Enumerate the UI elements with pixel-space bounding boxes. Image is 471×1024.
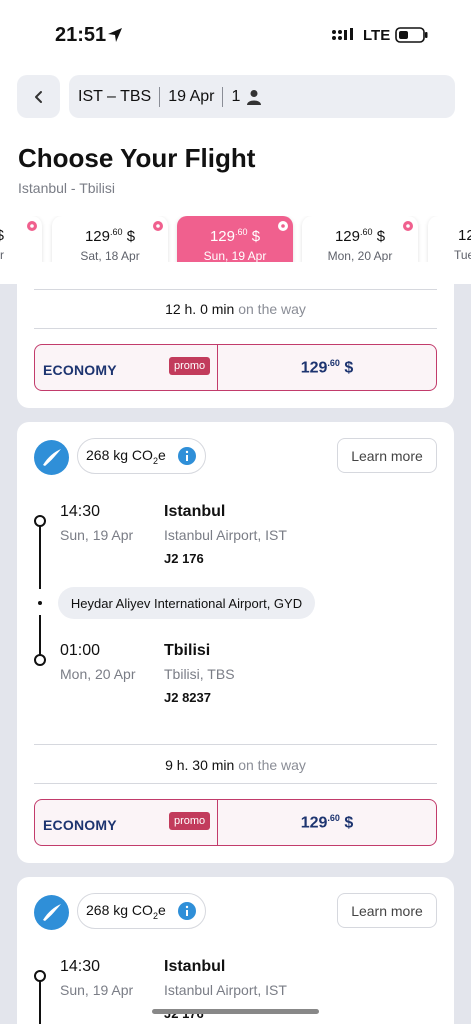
date-price-cents: .60 [360,227,373,237]
route-label: IST – TBS [78,87,152,105]
divider [159,86,161,107]
airline-logo-icon [34,895,69,930]
stopover-airport: Heydar Aliyev International Airport, GYD [58,587,315,619]
fare-currency: $ [344,814,354,832]
date-price: 129 [209,228,235,245]
info-icon [178,902,196,920]
trip-duration: 12 h. 0 min on the way [17,301,454,317]
stopover-dot [38,601,42,605]
duration-suffix: on the way [238,757,306,773]
promo-flower-icon [403,221,413,231]
duration-value: 12 h. 0 min [165,301,235,317]
flight-card: 268 kg CO2e Learn more 14:30 Sun, 19 Apr… [17,422,454,863]
date-price: $ [0,227,4,244]
departure-time: 14:30 [60,958,101,975]
person-icon [247,89,262,105]
promo-badge: promo [169,812,211,830]
arrival-node [34,654,46,666]
fare-class: ECONOMY [43,817,117,833]
departure-date: Sun, 19 Apr [60,527,134,543]
fare-price-main: 129 [300,359,328,377]
divider [34,289,437,290]
location-arrow-icon [108,28,122,42]
fare-option-economy[interactable]: ECONOMY promo 129.60 $ [34,799,437,846]
departure-city: Istanbul [164,503,226,520]
date-price-cents: .60 [235,227,248,237]
promo-flower-icon [153,221,163,231]
arrival-flight-number: J2 8237 [164,690,211,705]
fare-price-cents: .60 [327,358,340,368]
co2-value: 268 kg CO2e [86,902,166,921]
departure-flight-number: J2 176 [164,551,204,566]
info-icon [178,447,196,465]
departure-date: Sun, 19 Apr [60,982,134,998]
date-price: 129 [334,228,360,245]
departure-airport: Istanbul Airport, IST [164,527,287,543]
divider [34,744,437,745]
divider [222,86,224,107]
fare-option-economy[interactable]: ECONOMY promo 129.60 $ [34,344,437,391]
date-price-cents: .60 [110,227,123,237]
date-price: 129 [84,228,110,245]
airline-logo-icon [34,440,69,475]
chevron-left-icon [34,90,42,103]
departure-time: 14:30 [60,503,101,520]
page-subtitle: Istanbul - Tbilisi [18,180,116,196]
departure-city: Istanbul [164,958,226,975]
date-day: Mon, 20 Apr [327,249,393,263]
date-day: Tue [454,248,471,262]
fare-price: 129.60 $ [218,358,436,377]
learn-more-button[interactable]: Learn more [337,893,437,928]
date-day: Sat, 18 Apr [80,249,140,263]
arrival-airport: Tbilisi, TBS [164,666,235,682]
arrival-city: Tbilisi [164,642,211,659]
divider [34,783,437,784]
co2-badge[interactable]: 268 kg CO2e [77,893,206,929]
co2-text: 268 kg CO [86,446,153,463]
co2-text: 268 kg CO [86,901,153,918]
battery-icon [395,27,428,43]
passenger-count: 1 [231,87,241,105]
date-currency: $ [126,228,136,245]
arrival-time: 01:00 [60,642,101,659]
divider [34,328,437,329]
signal-icon [332,28,353,40]
departure-node [34,515,46,527]
date-day: r [0,248,4,262]
page-title: Choose Your Flight [18,143,256,173]
timeline-line [39,978,41,1024]
duration-suffix: on the way [238,301,306,317]
status-time: 21:51 [55,24,107,46]
date-currency: $ [251,228,261,245]
co2-suffix: e [157,901,166,918]
timeline-line [39,522,41,589]
trip-duration: 9 h. 30 min on the way [17,757,454,773]
learn-more-button[interactable]: Learn more [337,438,437,473]
co2-badge[interactable]: 268 kg CO2e [77,438,206,474]
departure-node [34,970,46,982]
date-day: Sun, 19 Apr [203,249,267,263]
flight-card: 268 kg CO2e Learn more 14:30 Sun, 19 Apr… [17,877,454,1024]
co2-suffix: e [157,446,166,463]
search-summary[interactable]: IST – TBS 19 Apr 1 [69,75,455,118]
promo-badge: promo [169,357,211,375]
promo-flower-icon [278,221,288,231]
fare-price-main: 129 [300,814,328,832]
duration-value: 9 h. 30 min [165,757,235,773]
fare-price: 129.60 $ [218,813,436,832]
fare-class: ECONOMY [43,362,117,378]
flight-card: 12 h. 0 min on the way ECONOMY promo 129… [17,262,454,408]
back-button[interactable] [17,75,60,118]
fare-price-cents: .60 [327,813,340,823]
date-label: 19 Apr [168,87,215,105]
fare-currency: $ [344,359,354,377]
date-currency: $ [376,228,386,245]
departure-airport: Istanbul Airport, IST [164,982,287,998]
co2-value: 268 kg CO2e [86,447,166,466]
promo-flower-icon [27,221,37,231]
arrival-date: Mon, 20 Apr [60,666,136,682]
network-label: LTE [363,27,391,44]
date-price: 12 [458,227,471,244]
home-indicator[interactable] [152,1009,319,1014]
